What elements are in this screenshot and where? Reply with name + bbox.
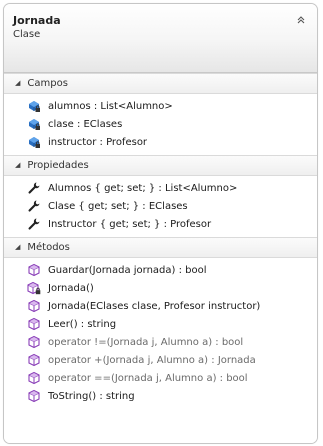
property-wrench-icon [26, 216, 42, 232]
member-row[interactable]: Clase { get; set; } : EClases [4, 197, 317, 215]
member-signature: Alumnos { get; set; } : List<Alumno> [48, 182, 238, 194]
private-field-icon [26, 134, 42, 150]
member-signature: Jornada(EClases clase, Profesor instruct… [48, 300, 261, 312]
section-members: Alumnos { get; set; } : List<Alumno> Clas… [4, 176, 317, 237]
section-label: Métodos [27, 242, 70, 253]
section-members: Guardar(Jornada jornada) : bool Jornada()… [4, 258, 317, 409]
class-stereotype: Clase [13, 29, 41, 40]
private-field-icon [26, 98, 42, 114]
class-name: Jornada [13, 14, 61, 27]
private-method-icon [26, 280, 42, 296]
member-row[interactable]: Instructor { get; set; } : Profesor [4, 215, 317, 233]
method-icon [26, 334, 42, 350]
member-signature: Guardar(Jornada jornada) : bool [48, 264, 207, 276]
member-row[interactable]: Jornada(EClases clase, Profesor instruct… [4, 297, 317, 315]
member-signature: Clase { get; set; } : EClases [48, 200, 188, 212]
section-label: Propiedades [27, 160, 89, 171]
member-signature: clase : EClases [48, 118, 123, 130]
property-wrench-icon [26, 198, 42, 214]
section-members: alumnos : List<Alumno> clase : EClases ins… [4, 94, 317, 155]
member-signature: ToString() : string [48, 390, 135, 402]
method-icon [26, 352, 42, 368]
class-header: Jornada Clase [4, 4, 317, 73]
member-row[interactable]: ToString() : string [4, 387, 317, 405]
member-signature: Jornada() [48, 282, 94, 294]
member-signature: operator +(Jornada j, Alumno a) : Jornad… [48, 354, 256, 366]
class-diagram-card: Jornada Clase ◢ Campos alumnos : List<Alum… [3, 3, 318, 444]
member-signature: operator ==(Jornada j, Alumno a) : bool [48, 372, 248, 384]
private-field-icon [26, 116, 42, 132]
expand-triangle-icon[interactable]: ◢ [15, 74, 20, 93]
section-header[interactable]: ◢ Campos [4, 73, 317, 94]
section-label: Campos [27, 78, 68, 89]
member-row[interactable]: operator !=(Jornada j, Alumno a) : bool [4, 333, 317, 351]
class-members: ◢ Campos alumnos : List<Alumno> clase : ECl… [4, 73, 317, 443]
member-row[interactable]: operator ==(Jornada j, Alumno a) : bool [4, 369, 317, 387]
member-row[interactable]: operator +(Jornada j, Alumno a) : Jornad… [4, 351, 317, 369]
member-signature: operator !=(Jornada j, Alumno a) : bool [48, 336, 244, 348]
member-row[interactable]: alumnos : List<Alumno> [4, 97, 317, 115]
member-row[interactable]: Alumnos { get; set; } : List<Alumno> [4, 179, 317, 197]
expand-triangle-icon[interactable]: ◢ [15, 156, 20, 175]
member-signature: Leer() : string [48, 318, 117, 330]
member-row[interactable]: Leer() : string [4, 315, 317, 333]
member-row[interactable]: instructor : Profesor [4, 133, 317, 151]
collapse-chevron-icon[interactable] [296, 15, 308, 27]
method-icon [26, 316, 42, 332]
member-signature: instructor : Profesor [48, 136, 148, 148]
method-icon [26, 298, 42, 314]
member-signature: alumnos : List<Alumno> [48, 100, 173, 112]
expand-triangle-icon[interactable]: ◢ [15, 238, 20, 257]
method-icon [26, 370, 42, 386]
method-icon [26, 388, 42, 404]
section-header[interactable]: ◢ Métodos [4, 237, 317, 258]
section-header[interactable]: ◢ Propiedades [4, 155, 317, 176]
method-icon [26, 262, 42, 278]
property-wrench-icon [26, 180, 42, 196]
member-row[interactable]: Jornada() [4, 279, 317, 297]
member-row[interactable]: clase : EClases [4, 115, 317, 133]
member-row[interactable]: Guardar(Jornada jornada) : bool [4, 261, 317, 279]
member-signature: Instructor { get; set; } : Profesor [48, 218, 212, 230]
